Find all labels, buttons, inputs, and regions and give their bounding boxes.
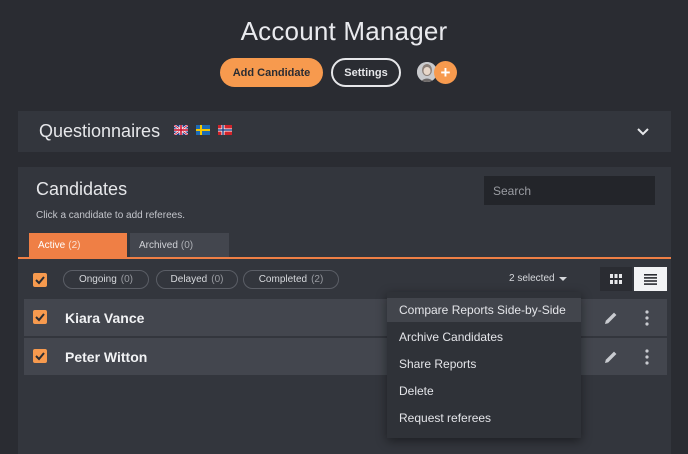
uk-flag-icon [174, 125, 188, 135]
checkmark-icon [35, 313, 45, 322]
sweden-flag-icon [196, 125, 210, 135]
select-all-checkbox[interactable] [33, 273, 47, 287]
row-checkbox[interactable] [33, 310, 47, 324]
settings-button[interactable]: Settings [331, 58, 401, 87]
filter-count: (0) [120, 274, 134, 285]
tab-count: (2) [68, 239, 81, 251]
tab-active[interactable]: Active (2) [29, 233, 127, 257]
more-options-icon[interactable] [644, 348, 650, 366]
row-checkbox[interactable] [33, 349, 47, 363]
tab-label: Active [38, 239, 66, 251]
filter-label: Delayed [170, 274, 208, 285]
list-view-button[interactable] [634, 267, 667, 291]
checkmark-icon [35, 352, 45, 361]
grid-view-icon [610, 274, 622, 284]
list-view-icon [644, 273, 657, 285]
candidate-name: Peter Witton [65, 349, 148, 365]
tab-label: Archived [139, 239, 178, 251]
tab-underline [18, 257, 671, 259]
add-user-button[interactable]: + [434, 61, 457, 84]
bulk-actions-menu: Compare Reports Side-by-Side Archive Can… [387, 292, 581, 438]
filter-ongoing[interactable]: Ongoing (0) [63, 270, 149, 289]
selected-count-label: 2 selected [509, 273, 555, 284]
filter-count: (0) [211, 274, 224, 285]
caret-down-icon [558, 276, 567, 281]
pencil-icon[interactable] [603, 310, 619, 326]
filter-delayed[interactable]: Delayed (0) [156, 270, 238, 289]
filter-label: Ongoing [78, 274, 117, 285]
add-candidate-button[interactable]: Add Candidate [220, 58, 323, 87]
menu-item-compare-reports[interactable]: Compare Reports Side-by-Side [387, 298, 581, 322]
norway-flag-icon [218, 125, 232, 135]
menu-item-delete[interactable]: Delete [387, 379, 581, 403]
filter-count: (2) [311, 274, 324, 285]
search-input[interactable] [484, 176, 655, 205]
grid-view-button[interactable] [600, 267, 632, 291]
questionnaires-panel[interactable]: Questionnaires [18, 111, 671, 152]
more-options-icon[interactable] [644, 309, 650, 327]
tab-archived[interactable]: Archived (0) [130, 233, 229, 257]
candidate-name: Kiara Vance [65, 310, 145, 326]
menu-item-archive-candidates[interactable]: Archive Candidates [387, 325, 581, 349]
pencil-icon[interactable] [603, 349, 619, 365]
candidates-subtitle: Click a candidate to add referees. [36, 210, 185, 221]
filter-label: Completed [258, 274, 308, 285]
questionnaires-title: Questionnaires [39, 121, 161, 141]
menu-item-share-reports[interactable]: Share Reports [387, 352, 581, 376]
checkmark-icon [35, 276, 45, 285]
menu-item-request-referees[interactable]: Request referees [387, 406, 581, 430]
filter-completed[interactable]: Completed (2) [243, 270, 339, 289]
page-title: Account Manager [240, 16, 448, 46]
selection-dropdown[interactable]: 2 selected [509, 273, 567, 284]
tab-count: (0) [180, 239, 194, 251]
chevron-down-icon[interactable] [635, 123, 651, 139]
candidates-title: Candidates [36, 179, 128, 199]
